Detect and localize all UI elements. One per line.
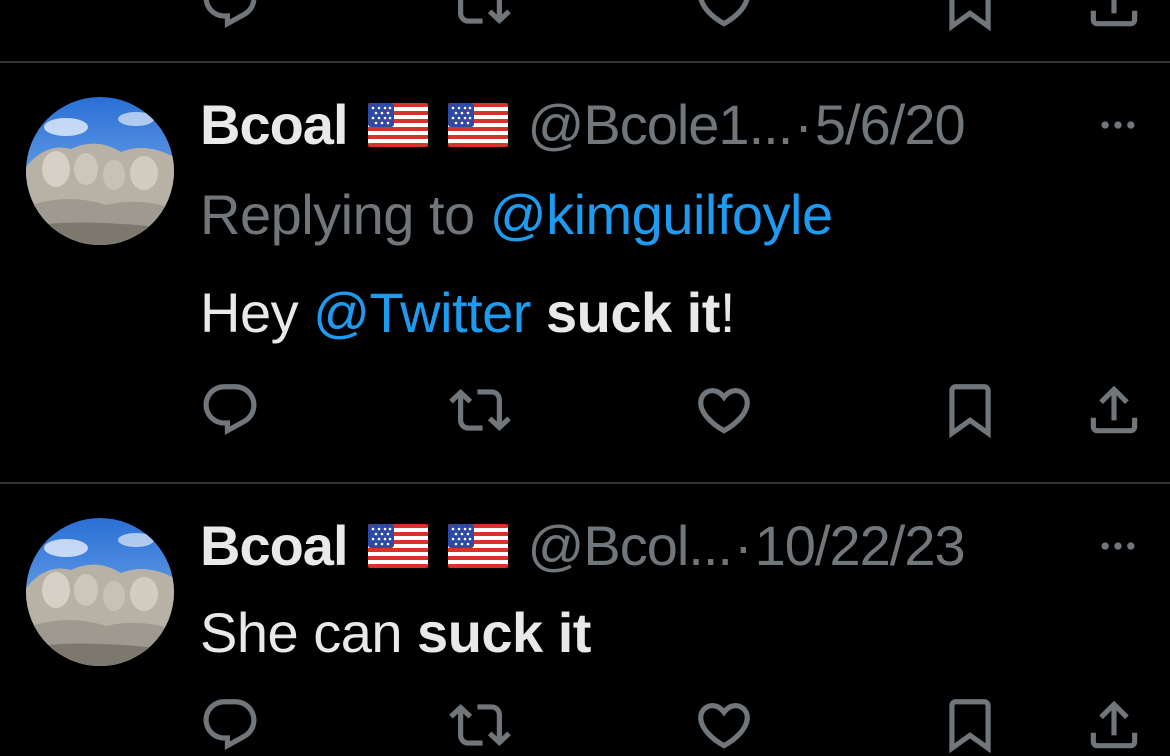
replying-to-label: Replying to [200, 183, 490, 246]
tweet-header: Bcoal @Bcol... · 10/22/23 [200, 513, 966, 579]
tweet-date[interactable]: 10/22/23 [755, 513, 966, 579]
like-icon [693, 0, 755, 34]
tweet-text-part: She can [200, 601, 418, 664]
share-button[interactable] [1082, 385, 1146, 435]
share-button[interactable] [1082, 0, 1146, 28]
retweet-icon [449, 379, 511, 441]
more-icon [1096, 103, 1140, 147]
replying-to-mention[interactable]: @kimguilfoyle [490, 183, 833, 246]
retweet-icon [449, 694, 511, 756]
avatar[interactable] [26, 518, 174, 666]
like-button[interactable] [692, 700, 756, 750]
bookmark-button[interactable] [938, 700, 1002, 750]
us-flag-icon [368, 524, 428, 568]
like-icon [693, 694, 755, 756]
reply-icon [199, 694, 261, 756]
avatar-image [26, 518, 174, 666]
bookmark-button[interactable] [938, 385, 1002, 435]
display-name[interactable]: Bcoal [200, 92, 348, 158]
retweet-button[interactable] [448, 700, 512, 750]
like-icon [693, 379, 755, 441]
tweet-text: Hey @Twitter suck it! [200, 280, 735, 346]
share-icon [1083, 379, 1145, 441]
us-flag-icon [448, 524, 508, 568]
display-name[interactable]: Bcoal [200, 513, 348, 579]
tweet-text-bold: suck it [417, 601, 591, 664]
more-options-button[interactable] [1096, 513, 1140, 579]
reply-icon [199, 0, 261, 34]
retweet-button[interactable] [448, 0, 512, 28]
separator-dot: · [794, 93, 813, 156]
user-handle[interactable]: @Bcol... [528, 513, 733, 579]
retweet-button[interactable] [448, 385, 512, 435]
avatar-image [26, 97, 174, 245]
user-handle[interactable]: @Bcole1... [528, 92, 794, 158]
bookmark-icon [939, 694, 1001, 756]
like-button[interactable] [692, 0, 756, 28]
separator-dot: · [733, 514, 753, 577]
divider [0, 61, 1170, 63]
bookmark-button[interactable] [938, 0, 1002, 28]
tweet-text-part [531, 281, 546, 344]
like-button[interactable] [692, 385, 756, 435]
retweet-icon [449, 0, 511, 34]
previous-tweet-actions [0, 0, 1170, 28]
us-flag-icon [368, 103, 428, 147]
reply-button[interactable] [198, 385, 262, 435]
divider [0, 482, 1170, 484]
bookmark-icon [939, 379, 1001, 441]
us-flag-icon [448, 103, 508, 147]
tweet-date[interactable]: 5/6/20 [815, 92, 966, 158]
reply-button[interactable] [198, 700, 262, 750]
tweet-text-bold: suck it [545, 281, 720, 344]
tweet-actions [0, 700, 1170, 750]
tweet-header: Bcoal @Bcole1... · 5/6/20 [200, 92, 966, 158]
share-icon [1083, 694, 1145, 756]
tweet-actions [0, 385, 1170, 435]
share-icon [1083, 0, 1145, 34]
reply-icon [199, 379, 261, 441]
tweet-text-part: Hey [200, 281, 314, 344]
share-button[interactable] [1082, 700, 1146, 750]
tweet-mention[interactable]: @Twitter [313, 281, 531, 344]
more-icon [1096, 524, 1140, 568]
tweet-text-part: ! [719, 281, 736, 344]
more-options-button[interactable] [1096, 92, 1140, 158]
tweet-text: She can suck it [200, 600, 591, 666]
bookmark-icon [939, 0, 1001, 34]
replying-to: Replying to @kimguilfoyle [200, 182, 833, 248]
avatar[interactable] [26, 97, 174, 245]
reply-button[interactable] [198, 0, 262, 28]
